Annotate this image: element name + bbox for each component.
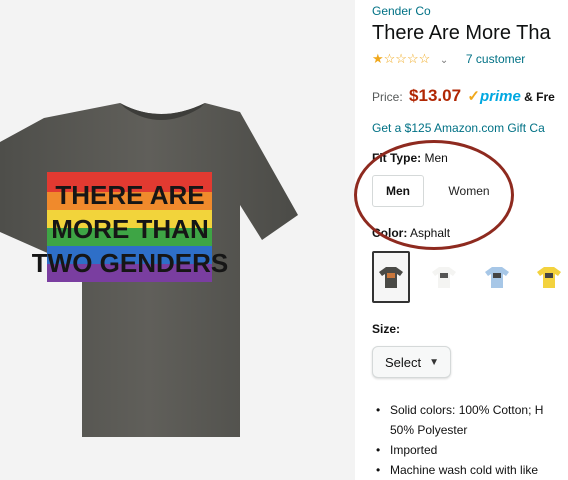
product-title: There Are More Tha bbox=[372, 22, 551, 44]
highlight-circle bbox=[354, 140, 514, 250]
tshirt-icon bbox=[485, 267, 509, 288]
free-shipping-text[interactable]: & Fre bbox=[524, 90, 555, 104]
chevron-down-icon: ▼ bbox=[429, 356, 440, 368]
brand-link[interactable]: Gender Co bbox=[372, 4, 431, 18]
color-swatch-asphalt[interactable] bbox=[372, 251, 410, 303]
color-swatch-white[interactable] bbox=[425, 251, 463, 303]
review-count-link[interactable]: 7 customer bbox=[466, 52, 525, 66]
rating-row: ★☆☆☆☆ ⌄ 7 customer bbox=[372, 51, 525, 67]
chevron-down-icon[interactable]: ⌄ bbox=[440, 55, 448, 66]
list-item: 50% Polyester bbox=[390, 423, 468, 437]
feature-bullets: • Solid colors: 100% Cotton; H 50% Polyes… bbox=[374, 400, 543, 480]
price-value: $13.07 bbox=[409, 86, 462, 105]
product-image[interactable]: THERE ARE MORE THAN TWO GENDERS bbox=[0, 0, 355, 480]
color-swatch-baby-blue[interactable] bbox=[478, 251, 516, 303]
list-item: • Imported bbox=[376, 443, 438, 457]
list-item: • Solid colors: 100% Cotton; H bbox=[376, 403, 544, 417]
shirt-text-line3: TWO GENDERS bbox=[32, 248, 228, 278]
gift-card-link[interactable]: Get a $125 Amazon.com Gift Ca bbox=[372, 121, 545, 135]
tshirt-icon bbox=[432, 267, 456, 288]
tshirt-icon bbox=[379, 267, 403, 288]
shirt-text-line2: MORE THAN bbox=[51, 214, 208, 244]
star-rating-icon[interactable]: ★☆☆☆☆ bbox=[372, 51, 430, 66]
size-label: Size: bbox=[372, 322, 401, 336]
shirt-text-line1: THERE ARE bbox=[55, 180, 204, 210]
price-label: Price: bbox=[372, 90, 403, 104]
tshirt-icon bbox=[537, 267, 561, 288]
size-dropdown-value: Select bbox=[385, 354, 422, 370]
prime-check-icon: ✓ bbox=[467, 88, 480, 105]
prime-label: prime bbox=[479, 88, 521, 105]
price-row: Price: $13.07 ✓prime & Fre bbox=[372, 86, 555, 106]
tshirt-image: THERE ARE MORE THAN TWO GENDERS bbox=[0, 103, 298, 437]
list-item: • Machine wash cold with like bbox=[376, 463, 539, 477]
size-dropdown[interactable]: Select ▼ bbox=[372, 346, 451, 378]
prime-badge[interactable]: ✓prime bbox=[467, 88, 520, 105]
color-swatch-yellow[interactable] bbox=[530, 251, 568, 303]
